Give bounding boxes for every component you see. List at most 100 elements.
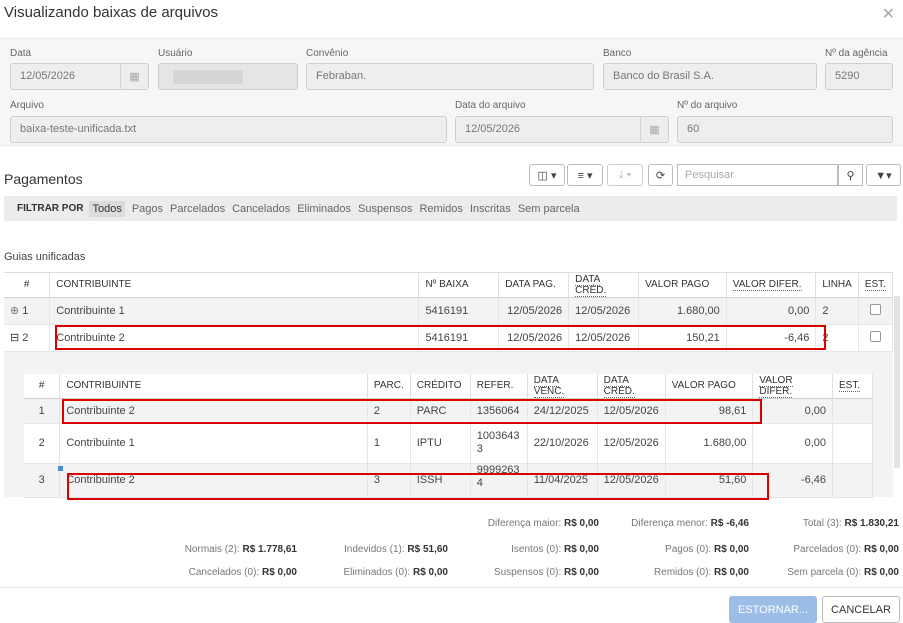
cancelar-button[interactable]: CANCELAR — [822, 596, 900, 623]
row-est[interactable] — [858, 324, 894, 352]
filter-cancelados[interactable]: Cancelados — [232, 203, 290, 215]
filter-sem-parcela[interactable]: Sem parcela — [518, 203, 580, 215]
banco-field[interactable]: Banco do Brasil S.A. — [603, 63, 817, 90]
expand-icon[interactable]: ⊕ — [10, 305, 19, 317]
row-num: 2 — [22, 332, 29, 344]
resize-handle[interactable] — [58, 466, 63, 471]
table-row[interactable]: 3 Contribuinte 2 3 ISSH 9999263 4 11/04/2… — [24, 463, 873, 498]
summary-value: R$ 51,60 — [407, 544, 448, 555]
filter-eliminados[interactable]: Eliminados — [297, 203, 351, 215]
filter-inscritas[interactable]: Inscritas — [470, 203, 511, 215]
summary-value: R$ 0,00 — [863, 567, 899, 578]
sub-col-valor-pago[interactable]: VALOR PAGO — [665, 374, 754, 399]
sub-row-est — [832, 463, 873, 498]
table-row[interactable]: ⊟ 2 Contribuinte 2 5416191 12/05/2026 12… — [4, 324, 894, 352]
filter-remidos[interactable]: Remidos — [419, 203, 462, 215]
summary-cancelados: Cancelados (0): R$ 0,00 — [189, 567, 297, 578]
filter-parcelados[interactable]: Parcelados — [170, 203, 225, 215]
col-data-pag[interactable]: DATA PAG. — [498, 273, 570, 298]
calendar-icon[interactable]: ▦ — [120, 64, 148, 89]
sub-col-valor-difer[interactable]: VALOR DIFER. — [752, 374, 833, 399]
columns-button[interactable]: ◫ ▾ — [529, 164, 565, 186]
convenio-field[interactable]: Febraban. — [306, 63, 594, 90]
search-button[interactable]: ⚲ — [838, 164, 863, 186]
summary-pagos: Pagos (0): R$ 0,00 — [665, 544, 749, 555]
row-data-cred: 12/05/2026 — [568, 297, 640, 325]
num-arquivo-field[interactable]: 60 — [677, 116, 893, 143]
collapse-icon[interactable]: ⊟ — [10, 332, 19, 344]
row-num-cell[interactable]: ⊟ 2 — [4, 324, 51, 352]
col-data-cred[interactable]: DATA CRÉD. — [568, 273, 640, 298]
data-arquivo-field[interactable]: 12/05/2026 ▦ — [455, 116, 669, 143]
filter-pagos[interactable]: Pagos — [132, 203, 163, 215]
sub-table-wrapper: # CONTRIBUINTE PARC. CRÉDITO REFER. DATA… — [24, 374, 873, 498]
summary-value: R$ 0,00 — [863, 544, 899, 555]
summary-label: Sem parcela (0): — [787, 567, 862, 578]
summary-label: Indevidos (1): — [344, 544, 405, 555]
summary-sem-parcela: Sem parcela (0): R$ 0,00 — [787, 567, 899, 578]
sub-col-data-venc[interactable]: DATA VENC. — [527, 374, 598, 399]
sub-row-est — [832, 398, 873, 424]
row-valor-difer: -6,46 — [726, 324, 817, 352]
sub-col-est[interactable]: EST. — [832, 374, 873, 399]
agencia-field[interactable]: 5290 — [825, 63, 893, 90]
row-valor-difer: 0,00 — [726, 297, 817, 325]
calendar-icon[interactable]: ▦ — [640, 117, 668, 142]
col-baixa[interactable]: Nº BAIXA — [418, 273, 500, 298]
agencia-label: Nº da agência — [825, 48, 888, 59]
col-num[interactable]: # — [4, 273, 51, 298]
col-contribuinte[interactable]: CONTRIBUINTE — [49, 273, 420, 298]
col-valor-difer[interactable]: VALOR DIFER. — [726, 273, 817, 298]
sub-col-parc[interactable]: PARC. — [367, 374, 411, 399]
filter-suspensos[interactable]: Suspensos — [358, 203, 412, 215]
summary-indevidos: Indevidos (1): R$ 51,60 — [344, 544, 448, 555]
sub-row-parc: 3 — [367, 463, 411, 498]
sub-col-data-venc-label: DATA VENC. — [533, 374, 565, 398]
sub-row-credito: PARC — [410, 398, 471, 424]
row-checkbox[interactable] — [869, 303, 881, 315]
summary-label: Eliminados (0): — [343, 567, 411, 578]
row-linha: 2 — [815, 324, 859, 352]
col-est[interactable]: EST. — [858, 273, 894, 298]
sub-col-contribuinte[interactable]: CONTRIBUINTE — [59, 374, 368, 399]
close-icon[interactable]: ✕ — [882, 4, 895, 24]
sub-col-valor-difer-label: VALOR DIFER. — [759, 374, 793, 398]
summary-remidos: Remidos (0): R$ 0,00 — [654, 567, 749, 578]
sub-col-credito[interactable]: CRÉDITO — [410, 374, 471, 399]
sub-col-data-cred[interactable]: DATA CRÉD. — [597, 374, 666, 399]
sub-row-data-venc: 22/10/2026 — [527, 423, 598, 464]
sub-col-num[interactable]: # — [24, 374, 61, 399]
row-est[interactable] — [858, 297, 894, 325]
data-field[interactable]: 12/05/2026 ▦ — [10, 63, 149, 90]
sub-row-refer-b: 4 — [476, 476, 483, 489]
col-linha[interactable]: LINHA — [815, 273, 859, 298]
table-row[interactable]: 1 Contribuinte 2 2 PARC 1356064 24/12/20… — [24, 398, 873, 424]
filter-label: FILTRAR POR — [17, 203, 84, 214]
main-table-header: # CONTRIBUINTE Nº BAIXA DATA PAG. DATA C… — [4, 273, 894, 298]
row-num-cell[interactable]: ⊕ 1 — [4, 297, 51, 325]
table-row[interactable]: ⊕ 1 Contribuinte 1 5416191 12/05/2026 12… — [4, 297, 894, 325]
table-row[interactable]: 2 Contribuinte 1 1 IPTU 1003643 3 22/10/2… — [24, 423, 873, 464]
summary-value: R$ 0,00 — [563, 567, 599, 578]
summary-dif-maior: Diferença maior: R$ 0,00 — [488, 518, 599, 529]
sub-row-valor-pago: 51,60 — [665, 463, 754, 498]
estornar-button[interactable]: ESTORNAR... — [729, 596, 817, 623]
refresh-button[interactable]: ⟳ — [648, 164, 673, 186]
summary-suspensos: Suspensos (0): R$ 0,00 — [494, 567, 599, 578]
sub-row-num: 3 — [24, 463, 61, 498]
usuario-field[interactable] — [158, 63, 298, 90]
download-button[interactable]: ⤓ ▾ — [607, 164, 643, 186]
list-options-button[interactable]: ≡ ▾ — [567, 164, 603, 186]
filter-button[interactable]: ▼▾ — [866, 164, 901, 186]
sub-col-refer[interactable]: REFER. — [470, 374, 528, 399]
sub-row-valor-pago: 1.680,00 — [665, 423, 754, 464]
sub-row-data-cred: 12/05/2026 — [597, 398, 666, 424]
arquivo-field[interactable]: baixa-teste-unificada.txt — [10, 116, 447, 143]
search-input[interactable]: Pesquisar — [677, 164, 838, 186]
filter-todos[interactable]: Todos — [89, 200, 125, 217]
row-checkbox[interactable] — [869, 330, 881, 342]
summary-label: Normais (2): — [184, 544, 240, 555]
scrollbar[interactable] — [894, 296, 900, 468]
col-valor-pago[interactable]: VALOR PAGO — [638, 273, 727, 298]
row-baixa: 5416191 — [418, 324, 500, 352]
